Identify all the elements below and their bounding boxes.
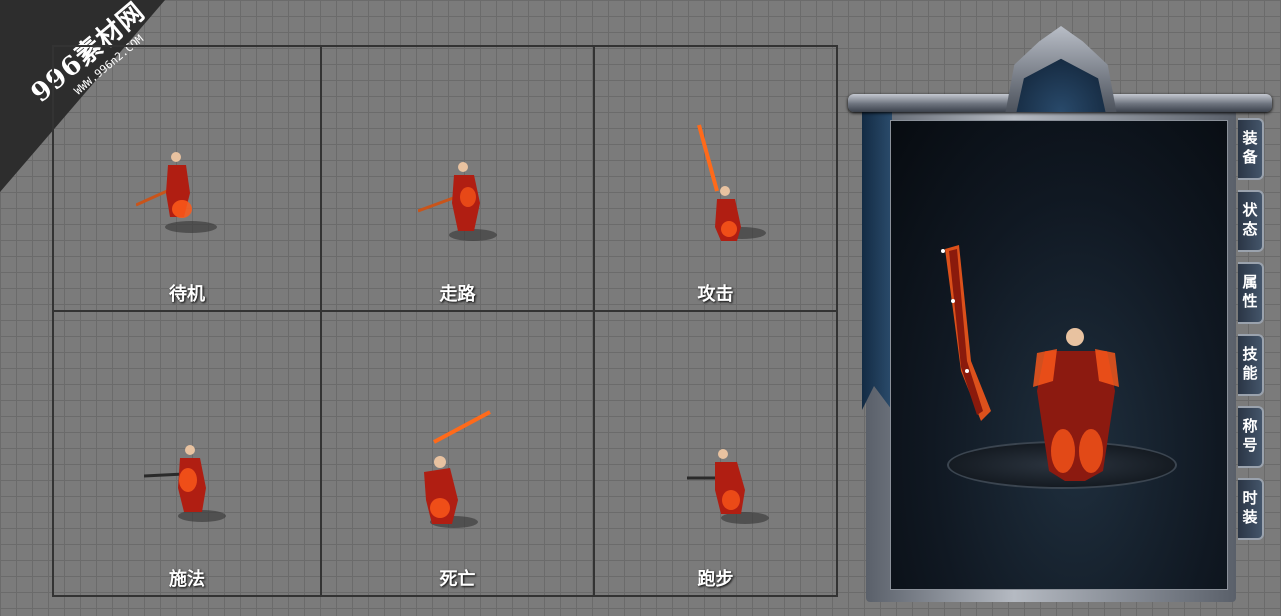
cell-label: 走路	[439, 284, 476, 305]
cell-walk[interactable]: 走路	[322, 47, 595, 312]
tab-equipment[interactable]: 装备	[1238, 118, 1264, 180]
panel-drape	[862, 110, 892, 410]
idle-sprite	[136, 152, 217, 233]
cell-attack[interactable]: 攻击	[595, 47, 836, 312]
death-sprite	[424, 410, 491, 528]
cell-label: 攻击	[697, 284, 734, 305]
cell-label: 死亡	[439, 569, 476, 590]
cell-label: 跑步	[697, 569, 734, 590]
character-panel: 装备 状态 属性 技能 称号 时装	[848, 26, 1276, 610]
cell-cast[interactable]: 施法	[54, 312, 322, 595]
cast-sprite	[144, 445, 226, 522]
attack-sprite	[697, 124, 766, 241]
sword-model	[941, 245, 991, 421]
cell-run[interactable]: 跑步	[595, 312, 836, 595]
panel-tabs: 装备 状态 属性 技能 称号 时装	[1238, 118, 1268, 550]
character-preview	[890, 120, 1228, 590]
cell-death[interactable]: 死亡	[322, 312, 595, 595]
tab-status[interactable]: 状态	[1238, 190, 1264, 252]
cell-label: 待机	[169, 284, 205, 305]
cell-label: 施法	[169, 569, 205, 590]
walk-sprite	[418, 162, 497, 241]
cell-idle[interactable]: 待机	[54, 47, 322, 312]
tab-fashion[interactable]: 时装	[1238, 478, 1264, 540]
animation-grid: 待机 走路 攻击 施法 死亡 跑步	[52, 45, 838, 597]
tab-skills[interactable]: 技能	[1238, 334, 1264, 396]
warrior-model	[1033, 328, 1119, 481]
run-sprite	[687, 449, 769, 524]
tab-attributes[interactable]: 属性	[1238, 262, 1264, 324]
tab-titles[interactable]: 称号	[1238, 406, 1264, 468]
